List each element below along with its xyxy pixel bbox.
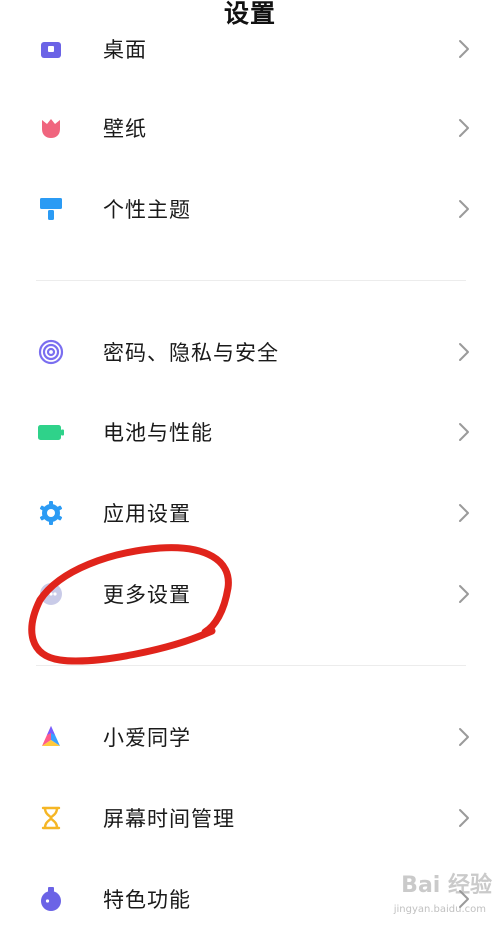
settings-item-label: 应用设置: [103, 502, 191, 526]
section-divider: [36, 665, 466, 666]
settings-item-app-settings[interactable]: 应用设置: [0, 484, 500, 544]
chevron-right-icon: [459, 809, 469, 827]
more-dots-icon: [40, 583, 62, 605]
settings-item-more-settings[interactable]: 更多设置: [0, 565, 500, 625]
hourglass-icon: [41, 806, 61, 830]
settings-item-label: 屏幕时间管理: [103, 807, 235, 831]
settings-item-screen-time[interactable]: 屏幕时间管理: [0, 789, 500, 849]
battery-icon: [38, 425, 64, 440]
tulip-icon: [42, 119, 60, 138]
gear-icon: [39, 501, 63, 525]
flask-icon: [41, 887, 61, 911]
chevron-right-icon: [459, 343, 469, 361]
watermark-logo: Bai 经验: [401, 873, 492, 898]
settings-item-password-privacy-security[interactable]: 密码、隐私与安全: [0, 323, 500, 383]
desktop-icon: [41, 42, 61, 58]
settings-item-label: 密码、隐私与安全: [103, 341, 279, 365]
settings-item-wallpaper[interactable]: 壁纸: [0, 99, 500, 159]
settings-item-label: 电池与性能: [103, 421, 213, 445]
paint-brush-icon: [40, 198, 62, 220]
settings-item-theme[interactable]: 个性主题: [0, 180, 500, 240]
settings-item-label: 桌面: [103, 38, 147, 62]
chevron-right-icon: [459, 40, 469, 58]
settings-item-label: 更多设置: [103, 583, 191, 607]
xiaoai-icon: [42, 726, 60, 746]
settings-item-label: 个性主题: [103, 198, 191, 222]
settings-item-label: 特色功能: [103, 888, 191, 912]
watermark-url: jingyan.baidu.com: [393, 904, 486, 915]
chevron-right-icon: [459, 585, 469, 603]
settings-item-desktop[interactable]: 桌面: [0, 20, 500, 80]
chevron-right-icon: [459, 119, 469, 137]
settings-item-xiaoai[interactable]: 小爱同学: [0, 708, 500, 768]
chevron-right-icon: [459, 200, 469, 218]
chevron-right-icon: [459, 728, 469, 746]
settings-item-label: 小爱同学: [103, 726, 191, 750]
settings-item-battery-performance[interactable]: 电池与性能: [0, 403, 500, 463]
section-divider: [36, 280, 466, 281]
fingerprint-icon: [38, 339, 64, 365]
settings-item-label: 壁纸: [103, 117, 147, 141]
chevron-right-icon: [459, 504, 469, 522]
chevron-right-icon: [459, 423, 469, 441]
